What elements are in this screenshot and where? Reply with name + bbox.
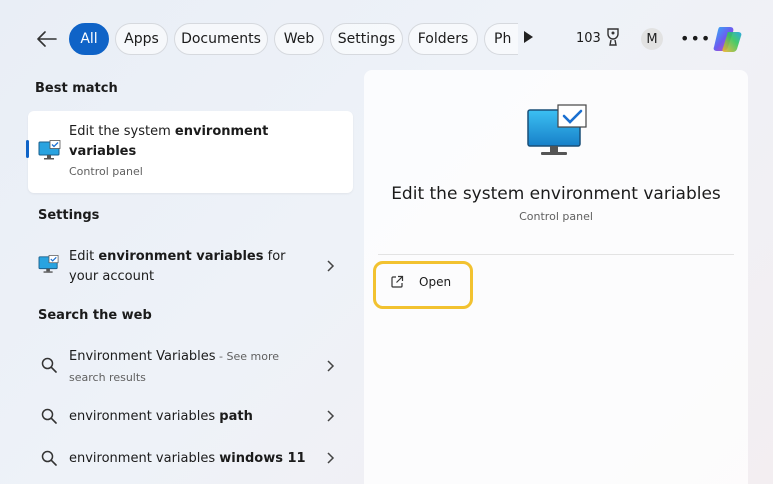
selection-indicator bbox=[26, 140, 29, 158]
search-filter-bar: All Apps Documents Web Settings Folders … bbox=[0, 0, 773, 72]
filter-web[interactable]: Web bbox=[274, 23, 324, 55]
web-result-3-title: environment variables windows 11 bbox=[69, 449, 306, 469]
settings-result-title: Edit environment variables for your acco… bbox=[69, 247, 286, 287]
best-match-title-prefix: Edit the system bbox=[69, 124, 175, 139]
web-result-3-text: environment variables bbox=[69, 451, 220, 466]
detail-subtitle: Control panel bbox=[519, 210, 593, 223]
best-match-header: Best match bbox=[35, 81, 118, 96]
back-arrow-icon bbox=[37, 31, 57, 47]
detail-divider bbox=[378, 254, 734, 255]
best-match-title-line2: variables bbox=[69, 144, 137, 159]
best-match-result[interactable]: Edit the system environment variables Co… bbox=[26, 111, 353, 193]
search-icon bbox=[41, 408, 57, 424]
best-match-title-bold: environment bbox=[174, 124, 269, 139]
open-button[interactable]: Open bbox=[381, 267, 467, 299]
monitor-check-icon bbox=[527, 104, 587, 155]
rewards-points: 103 bbox=[576, 31, 601, 46]
web-result-3-bold: windows 11 bbox=[219, 451, 306, 466]
chevron-right-icon bbox=[327, 260, 335, 272]
settings-title-suffix: for bbox=[263, 249, 286, 264]
settings-title-bold: environment variables bbox=[98, 249, 264, 264]
search-icon bbox=[41, 357, 57, 373]
settings-title-prefix: Edit bbox=[69, 249, 99, 264]
filter-folders[interactable]: Folders bbox=[408, 23, 478, 55]
web-result-1-line2: search results bbox=[69, 371, 146, 384]
search-icon bbox=[41, 450, 57, 466]
rewards-button[interactable] bbox=[605, 28, 623, 48]
filter-all[interactable]: All bbox=[69, 23, 109, 55]
copilot-icon bbox=[713, 27, 742, 52]
filter-documents[interactable]: Documents bbox=[174, 23, 268, 55]
back-button[interactable] bbox=[34, 26, 60, 52]
best-match-subtitle: Control panel bbox=[69, 165, 143, 178]
trophy-icon bbox=[607, 28, 619, 46]
web-result-2-text: environment variables bbox=[69, 409, 220, 424]
best-match-title: Edit the system environment variables bbox=[69, 122, 268, 162]
chevron-right-icon bbox=[327, 410, 335, 422]
more-options-button[interactable]: ••• bbox=[680, 29, 711, 48]
monitor-check-icon bbox=[38, 140, 61, 160]
filter-settings[interactable]: Settings bbox=[330, 23, 403, 55]
filter-apps[interactable]: Apps bbox=[115, 23, 168, 55]
account-avatar[interactable]: M bbox=[641, 28, 663, 50]
settings-header: Settings bbox=[38, 208, 100, 223]
play-icon bbox=[524, 31, 533, 43]
web-result-1-suffix: - See more bbox=[215, 350, 280, 363]
search-web-header: Search the web bbox=[38, 308, 152, 323]
chevron-right-icon bbox=[327, 360, 335, 372]
filter-photos[interactable]: Ph bbox=[484, 23, 518, 55]
monitor-check-icon bbox=[38, 255, 59, 273]
web-result-2-title: environment variables path bbox=[69, 407, 253, 427]
chevron-right-icon bbox=[327, 452, 335, 464]
settings-title-line2: your account bbox=[69, 269, 155, 284]
open-external-icon bbox=[391, 275, 404, 288]
open-button-label: Open bbox=[419, 275, 452, 289]
scroll-filters-button[interactable] bbox=[522, 30, 538, 48]
web-result-2-bold: path bbox=[219, 409, 253, 424]
detail-title: Edit the system environment variables bbox=[391, 184, 721, 204]
web-result-1-text: Environment Variables bbox=[69, 349, 216, 364]
web-result-1-title: Environment Variables - See more bbox=[69, 347, 279, 367]
detail-panel: Edit the system environment variables Co… bbox=[364, 70, 748, 484]
copilot-button[interactable] bbox=[712, 23, 744, 55]
